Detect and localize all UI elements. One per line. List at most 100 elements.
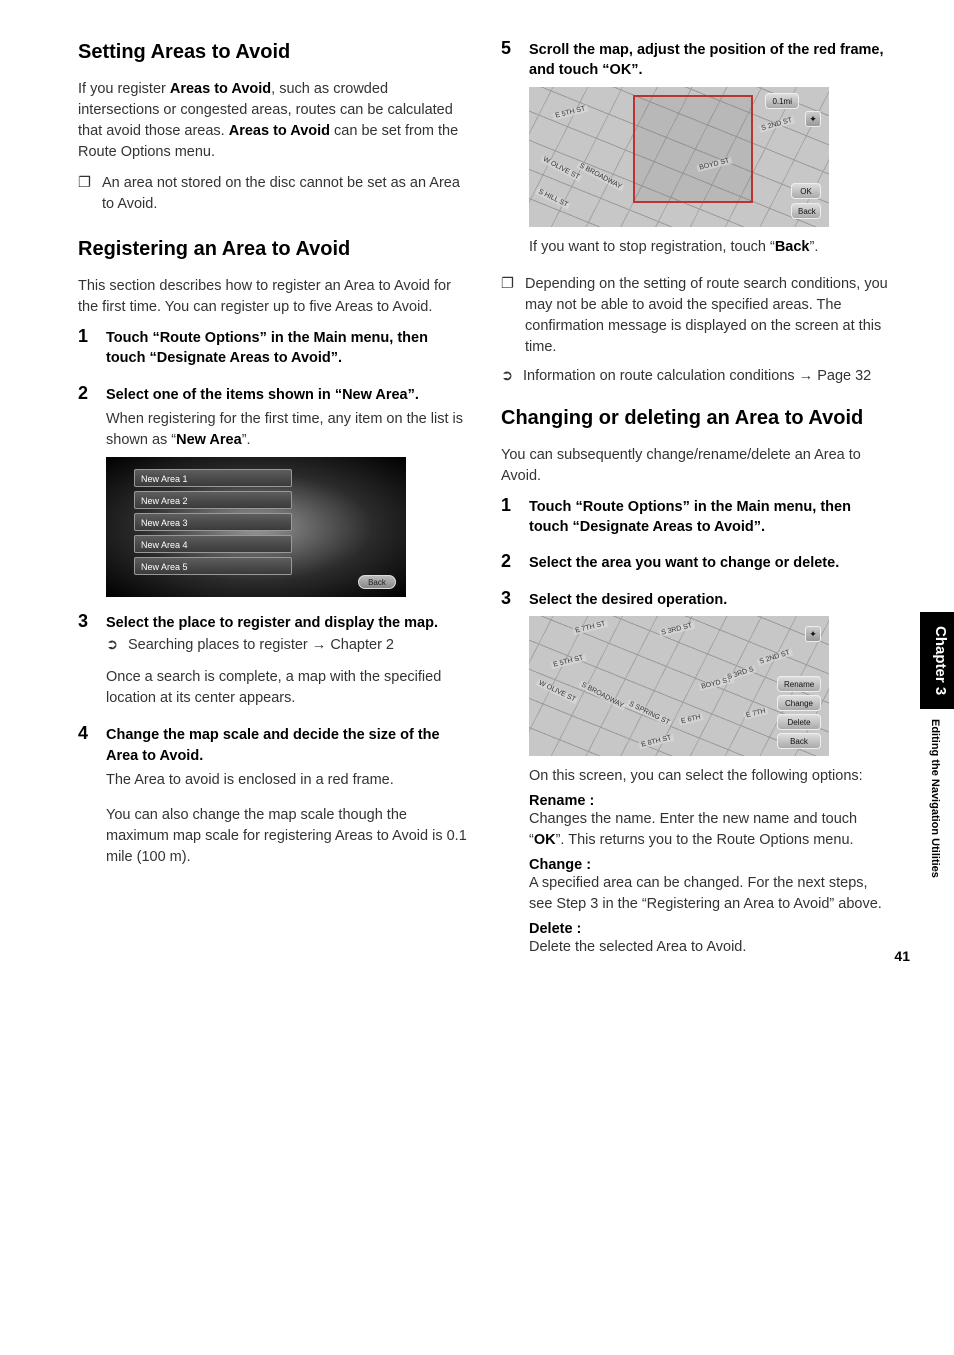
step-5-body: If you want to stop registration, touch … [529, 237, 894, 258]
list-item[interactable]: New Area 1 [134, 469, 292, 487]
street-label: E 5TH ST [553, 104, 588, 119]
red-frame [633, 95, 753, 203]
t: Back [775, 239, 810, 255]
step-1: Touch “Route Options” in the Main menu, … [78, 328, 471, 369]
step-4-body-2: You can also change the map scale though… [106, 805, 471, 868]
street-label: E 8TH ST [639, 734, 674, 749]
intro-setting-areas: If you register Areas to Avoid, such as … [78, 79, 471, 163]
t: OK [534, 832, 556, 848]
step-4: Change the map scale and decide the size… [78, 725, 471, 868]
t: Page 32 [817, 368, 871, 384]
list-item[interactable]: New Area 2 [134, 491, 292, 509]
chapter-subtitle: Editing the Navigation Utilities [920, 709, 950, 888]
note-text: Depending on the setting of route search… [525, 274, 894, 358]
change-button[interactable]: Change [777, 695, 821, 711]
step-2-body: When registering for the first time, any… [106, 409, 471, 451]
change-step-1: Touch “Route Options” in the Main menu, … [501, 497, 894, 538]
t: Searching places to register [128, 637, 308, 653]
change-label: Change : [529, 857, 894, 873]
street-label: S 3RD ST [659, 622, 695, 637]
street-label: E 5TH ST [551, 654, 586, 669]
step-3-body: Once a search is complete, a map with th… [106, 667, 471, 709]
t: Areas to Avoid [229, 123, 330, 139]
t: ”. [242, 432, 251, 448]
steps-register: Touch “Route Options” in the Main menu, … [78, 328, 471, 868]
street-label: S BROADWAY [578, 680, 626, 710]
xref-text: Information on route calculation conditi… [523, 368, 871, 384]
t: Chapter 2 [330, 637, 394, 653]
step-5: Scroll the map, adjust the position of t… [501, 40, 894, 258]
t: Areas to Avoid [170, 81, 271, 97]
compass-icon[interactable]: ✦ [805, 111, 821, 127]
street-label: E 6TH [679, 713, 704, 726]
delete-button[interactable]: Delete [777, 714, 821, 730]
step-3-title: Select the place to register and display… [106, 613, 471, 633]
list-item[interactable]: New Area 5 [134, 557, 292, 575]
back-button[interactable]: Back [358, 575, 396, 589]
rename-text: Changes the name. Enter the new name and… [529, 809, 894, 851]
rename-button[interactable]: Rename [777, 676, 821, 692]
street-label: E 7TH [744, 707, 769, 720]
heading-changing-deleting: Changing or deleting an Area to Avoid [501, 406, 894, 431]
street-label: W OLIVE ST [536, 679, 579, 705]
change-text: A specified area can be changed. For the… [529, 873, 894, 915]
street-label: S 2ND ST [757, 649, 793, 667]
change-step-3: Select the desired operation. E 7TH ST S… [501, 590, 894, 958]
list-item[interactable]: New Area 4 [134, 535, 292, 553]
xref-text: Searching places to register → Chapter 2 [128, 637, 394, 653]
xref-icon: ➲ [501, 368, 515, 384]
heading-registering: Registering an Area to Avoid [78, 237, 471, 262]
steps-change: Touch “Route Options” in the Main menu, … [501, 497, 894, 958]
t: New Area [176, 432, 242, 448]
intro-changing: You can subsequently change/rename/delet… [501, 445, 894, 487]
step-4-body-1: The Area to avoid is enclosed in a red f… [106, 770, 471, 791]
t: If you register [78, 81, 170, 97]
delete-text: Delete the selected Area to Avoid. [529, 937, 894, 958]
change-step-3-title: Select the desired operation. [529, 590, 894, 610]
left-column: Setting Areas to Avoid If you register A… [78, 40, 471, 974]
screenshot-new-area-list: New Area 1 New Area 2 New Area 3 New Are… [106, 457, 406, 597]
back-button[interactable]: Back [791, 203, 821, 219]
t: If you want to stop registration, touch … [529, 239, 775, 255]
page-number: 41 [894, 948, 910, 964]
side-tab: Chapter 3 Editing the Navigation Utiliti… [920, 612, 954, 1012]
note-route-conditions: ❐ Depending on the setting of route sear… [501, 274, 894, 358]
step-2: Select one of the items shown in “New Ar… [78, 385, 471, 597]
step-4-title: Change the map scale and decide the size… [106, 725, 471, 766]
note-text: An area not stored on the disc cannot be… [102, 173, 471, 215]
street-label: S SPRING ST [626, 700, 673, 727]
steps-register-cont: Scroll the map, adjust the position of t… [501, 40, 894, 258]
t: When registering for the first time, any… [106, 411, 463, 448]
change-step-2: Select the area you want to change or de… [501, 553, 894, 573]
street-label: S BROADWAY [576, 161, 624, 191]
ok-button[interactable]: OK [791, 183, 821, 199]
street-label: S 2ND ST [759, 116, 795, 133]
square-icon: ❐ [501, 274, 515, 358]
new-area-list: New Area 1 New Area 2 New Area 3 New Are… [134, 469, 292, 579]
xref-route-conditions: ➲ Information on route calculation condi… [501, 368, 894, 384]
step-3: Select the place to register and display… [78, 613, 471, 709]
street-label: S 3RD S [725, 665, 757, 681]
scale-indicator: 0.1mi [765, 93, 799, 109]
change-step-2-title: Select the area you want to change or de… [529, 553, 894, 573]
delete-label: Delete : [529, 921, 894, 937]
compass-icon[interactable]: ✦ [805, 626, 821, 642]
xref-icon: ➲ [106, 637, 120, 653]
heading-setting-areas: Setting Areas to Avoid [78, 40, 471, 65]
step-1-title: Touch “Route Options” in the Main menu, … [106, 328, 471, 369]
screenshot-map-ok: E 5TH ST S 2ND ST W OLIVE ST S BROADWAY … [529, 87, 829, 227]
chapter-badge: Chapter 3 [920, 612, 954, 709]
street-label: W OLIVE ST [540, 155, 582, 182]
t: Information on route calculation conditi… [523, 368, 795, 384]
rename-label: Rename : [529, 793, 894, 809]
back-button[interactable]: Back [777, 733, 821, 749]
t: ”. [810, 239, 819, 255]
change-step-3-body: On this screen, you can select the follo… [529, 766, 894, 787]
step-5-title: Scroll the map, adjust the position of t… [529, 40, 894, 81]
list-item[interactable]: New Area 3 [134, 513, 292, 531]
square-icon: ❐ [78, 173, 92, 215]
right-column: Scroll the map, adjust the position of t… [501, 40, 894, 974]
t: ”. This returns you to the Route Options… [556, 832, 854, 848]
screenshot-map-options: E 7TH ST S 3RD ST E 5TH ST S 2ND ST W OL… [529, 616, 829, 756]
change-step-1-title: Touch “Route Options” in the Main menu, … [529, 497, 894, 538]
